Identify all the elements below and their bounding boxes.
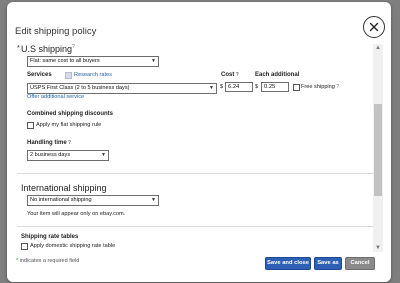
help-icon[interactable]: ? [67, 140, 71, 146]
service-select[interactable]: USPS First Class (2 to 5 business days) … [27, 83, 217, 94]
chevron-down-icon: ▼ [101, 152, 106, 158]
apply-flat-rule-checkbox[interactable] [27, 122, 34, 129]
each-additional-currency-symbol: $ [255, 84, 259, 90]
services-label: Services [27, 72, 52, 78]
international-shipping-select[interactable]: No international shipping ▼ [27, 195, 159, 206]
dialog-title: Edit shipping policy [15, 26, 97, 37]
cost-label: Cost ? [221, 72, 239, 78]
close-icon [369, 22, 379, 32]
handling-time-select[interactable]: 2 business days ▼ [27, 150, 109, 161]
section-divider [17, 173, 373, 174]
required-field-note-text: indicates a required field [19, 258, 80, 264]
save-and-close-button[interactable]: Save and close [265, 257, 311, 270]
scrollbar-thumb[interactable] [374, 104, 382, 196]
save-as-button[interactable]: Save as [314, 257, 342, 270]
scroll-up-icon[interactable]: ▲ [375, 45, 381, 51]
required-field-note: * indicates a required field [16, 258, 79, 264]
shipping-rate-tables-label: Shipping rate tables [21, 234, 79, 240]
required-marker-us-shipping: * [17, 45, 20, 52]
chevron-down-icon: ▼ [151, 58, 156, 64]
chevron-down-icon: ▼ [209, 85, 214, 91]
each-additional-input[interactable]: 0.25 [261, 82, 289, 92]
close-button[interactable] [363, 16, 385, 38]
free-shipping-label-text: Free shipping [301, 84, 335, 90]
each-additional-label: Each additional [255, 72, 300, 78]
handling-time-label-text: Handling time [27, 140, 67, 146]
free-shipping-checkbox[interactable] [293, 84, 300, 91]
service-select-value: USPS First Class (2 to 5 business days) [30, 85, 130, 91]
us-shipping-title: U.S shipping? [21, 44, 75, 54]
help-icon[interactable]: ? [234, 72, 239, 78]
section-divider [17, 226, 373, 227]
cost-label-text: Cost [221, 72, 235, 78]
cost-type-select[interactable]: Flat: same cost to all buyers ▼ [27, 56, 159, 67]
edit-shipping-policy-dialog: Edit shipping policy * U.S shipping? Fla… [7, 2, 391, 282]
cost-input[interactable]: 6.24 [225, 82, 253, 92]
offer-additional-service-link[interactable]: Offer additional service [27, 94, 84, 100]
apply-flat-rule-label: Apply my flat shipping rule [36, 122, 102, 128]
cost-type-select-value: Flat: same cost to all buyers [30, 58, 100, 64]
form-scrollbar[interactable]: ▲ ▼ [373, 44, 383, 252]
combined-discounts-label: Combined shipping discounts [27, 111, 113, 117]
free-shipping-label: Free shipping ? [301, 84, 339, 90]
chevron-down-icon: ▼ [151, 197, 156, 203]
rate-table-icon [65, 72, 72, 79]
help-icon[interactable]: ? [72, 44, 75, 50]
international-shipping-title: International shipping [21, 183, 107, 193]
required-marker: * [16, 258, 19, 264]
handling-time-label: Handling time ? [27, 140, 71, 146]
cost-currency-symbol: $ [220, 84, 224, 90]
international-shipping-select-value: No international shipping [30, 197, 92, 203]
international-shipping-note: Your item will appear only on ebay.com. [27, 211, 126, 217]
us-shipping-title-text: U.S shipping [21, 44, 73, 54]
help-icon[interactable]: ? [335, 84, 339, 90]
handling-time-select-value: 2 business days [30, 152, 71, 158]
policy-form-scroll-area[interactable]: * U.S shipping? Flat: same cost to all b… [17, 44, 373, 252]
scroll-down-icon[interactable]: ▼ [375, 245, 381, 251]
apply-domestic-rate-table-checkbox[interactable] [21, 243, 28, 250]
cancel-button[interactable]: Cancel [345, 257, 375, 270]
research-rates-link[interactable]: Research rates [74, 72, 112, 78]
apply-domestic-rate-table-label: Apply domestic shipping rate table [30, 243, 116, 249]
